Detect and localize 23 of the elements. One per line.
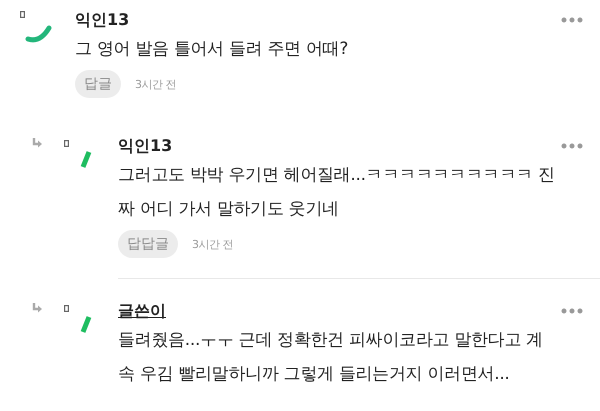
loading-spinner-icon [80,150,92,169]
reply-button[interactable]: 답글 [75,70,121,98]
loading-spinner-icon [80,315,92,334]
author-name[interactable]: 글쓴이 [118,300,166,322]
broken-image-icon [64,305,69,312]
broken-image-icon [20,11,25,18]
timestamp: 3시간 전 [135,76,176,92]
reply-arrow-icon [32,303,43,313]
comment-text: 속 우김 빨리말하니까 그렇게 들리는거지 이러면서... [118,363,511,386]
reply-button[interactable]: 답답글 [118,230,178,258]
comment-text: 들려줬음...ㅜㅜ 근데 정확한건 피싸이코라고 말한다고 계 [118,329,544,352]
comment-text: 짜 어디 가서 말하기도 웃기네 [118,198,340,221]
more-options-icon[interactable] [561,17,583,23]
broken-image-icon [64,140,69,147]
author-name: 익인13 [118,136,172,156]
loading-spinner-icon [25,24,53,44]
reply-arrow-icon [32,138,43,148]
comment-text: 그러고도 박박 우기면 헤어질래...ㅋㅋㅋㅋㅋㅋㅋㅋㅋㅋ 진 [118,164,556,187]
comment-text: 그 영어 발음 틀어서 들려 주면 어때? [75,38,350,61]
more-options-icon[interactable] [561,143,583,149]
more-options-icon[interactable] [561,308,583,314]
timestamp: 3시간 전 [192,236,233,252]
author-name: 익인13 [75,10,130,30]
